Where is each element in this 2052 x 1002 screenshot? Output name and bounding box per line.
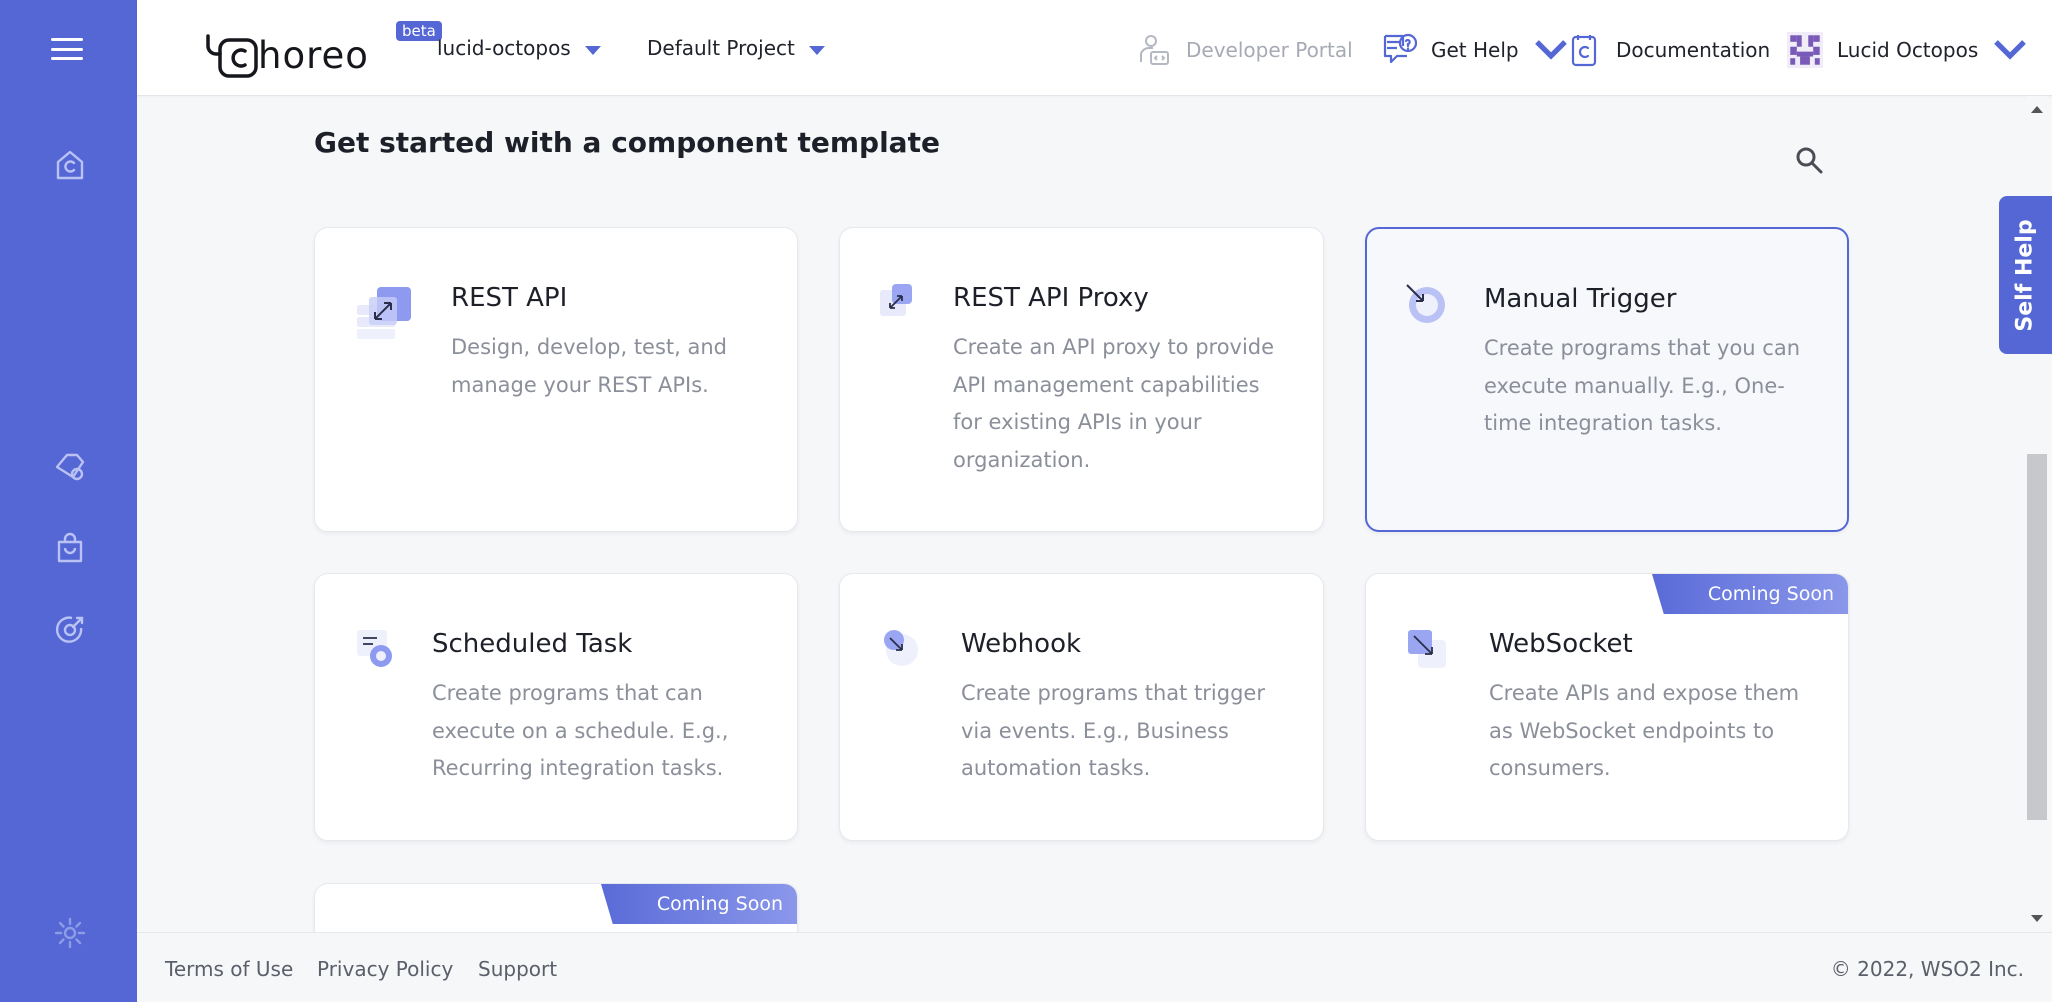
self-help-label: Self Help [2013, 218, 2039, 332]
caret-down-icon [584, 45, 601, 55]
sidebar [0, 0, 137, 1002]
copyright-text: © 2022, WSO2 Inc. [1830, 957, 2024, 981]
top-header: horeo beta lucid-octopos Default Project… [137, 0, 2052, 96]
manual-trigger-icon [1406, 284, 1445, 323]
user-menu[interactable]: Lucid Octopos [1787, 26, 2028, 74]
choreo-logo[interactable]: horeo beta [204, 21, 442, 80]
card-title: REST API Proxy [953, 283, 1149, 313]
search-icon[interactable] [1794, 145, 1824, 175]
webhook-icon [884, 630, 918, 666]
template-card-rest-api[interactable]: REST API Design, develop, test, and mana… [314, 227, 798, 532]
org-selector[interactable]: lucid-octopos [437, 36, 601, 60]
card-description: Create programs that trigger via events.… [961, 681, 1265, 780]
user-name-label: Lucid Octopos [1837, 38, 1979, 62]
card-description: Create programs that can execute on a sc… [432, 681, 729, 780]
template-card-rest-api-proxy[interactable]: REST API Proxy Create an API proxy to pr… [839, 227, 1324, 532]
rest-api-icon [357, 287, 411, 339]
get-help-label: Get Help [1431, 38, 1519, 62]
marketplace-icon[interactable] [52, 531, 88, 567]
card-title: REST API [451, 283, 568, 313]
template-card-webhook[interactable]: Webhook Create programs that trigger via… [839, 573, 1324, 841]
project-selector-label: Default Project [647, 36, 795, 60]
card-description: Create APIs and expose them as WebSocket… [1489, 681, 1800, 780]
self-help-tab[interactable]: Self Help [1999, 196, 2052, 354]
beta-badge: beta [396, 21, 442, 41]
template-card-manual-trigger[interactable]: Manual Trigger Create programs that you … [1365, 227, 1849, 532]
org-selector-label: lucid-octopos [437, 36, 571, 60]
documentation-label: Documentation [1616, 38, 1771, 62]
user-avatar [1787, 32, 1823, 68]
card-title: Manual Trigger [1484, 284, 1677, 314]
component-tag-icon[interactable] [52, 449, 88, 485]
card-description: Create an API proxy to provide API manag… [953, 335, 1275, 472]
coming-soon-badge: Coming Soon [1652, 574, 1848, 614]
logo-text: horeo [258, 34, 369, 77]
card-title: Scheduled Task [432, 629, 633, 659]
project-selector[interactable]: Default Project [647, 36, 825, 60]
settings-icon[interactable] [52, 915, 88, 951]
developer-portal-label: Developer Portal [1186, 38, 1353, 62]
documentation-link[interactable]: Documentation [1566, 30, 1770, 70]
chevron-down-icon [1534, 40, 1567, 60]
privacy-policy-link[interactable]: Privacy Policy [317, 957, 453, 981]
card-title: WebSocket [1489, 629, 1633, 659]
menu-icon[interactable] [51, 38, 83, 60]
template-card-scheduled-task[interactable]: Scheduled Task Create programs that can … [314, 573, 798, 841]
home-icon[interactable] [52, 147, 88, 183]
scroll-up-arrow-icon[interactable] [2031, 106, 2043, 113]
rest-api-proxy-icon [880, 284, 912, 316]
page-title: Get started with a component template [314, 126, 940, 159]
websocket-icon [1408, 630, 1446, 668]
insights-icon[interactable] [52, 612, 88, 648]
card-description: Design, develop, test, and manage your R… [451, 335, 728, 397]
caret-down-icon [808, 45, 825, 55]
developer-portal-link[interactable]: Developer Portal [1136, 30, 1353, 70]
card-description: Create programs that you can execute man… [1484, 336, 1801, 435]
scrollbar-thumb[interactable] [2027, 454, 2047, 820]
get-help-menu[interactable]: Get Help [1381, 30, 1569, 70]
support-link[interactable]: Support [478, 957, 557, 981]
terms-of-use-link[interactable]: Terms of Use [165, 957, 293, 981]
template-card-partial[interactable]: Coming Soon [314, 883, 798, 932]
card-title: Webhook [961, 629, 1082, 659]
scheduled-task-icon [357, 630, 392, 667]
chevron-down-icon [1994, 40, 2027, 60]
scroll-down-arrow-icon[interactable] [2031, 915, 2043, 922]
footer: Terms of Use Privacy Policy Support © 20… [137, 932, 2052, 1002]
template-card-websocket[interactable]: Coming Soon WebSocket Create APIs and ex… [1365, 573, 1849, 841]
coming-soon-badge: Coming Soon [601, 884, 797, 924]
